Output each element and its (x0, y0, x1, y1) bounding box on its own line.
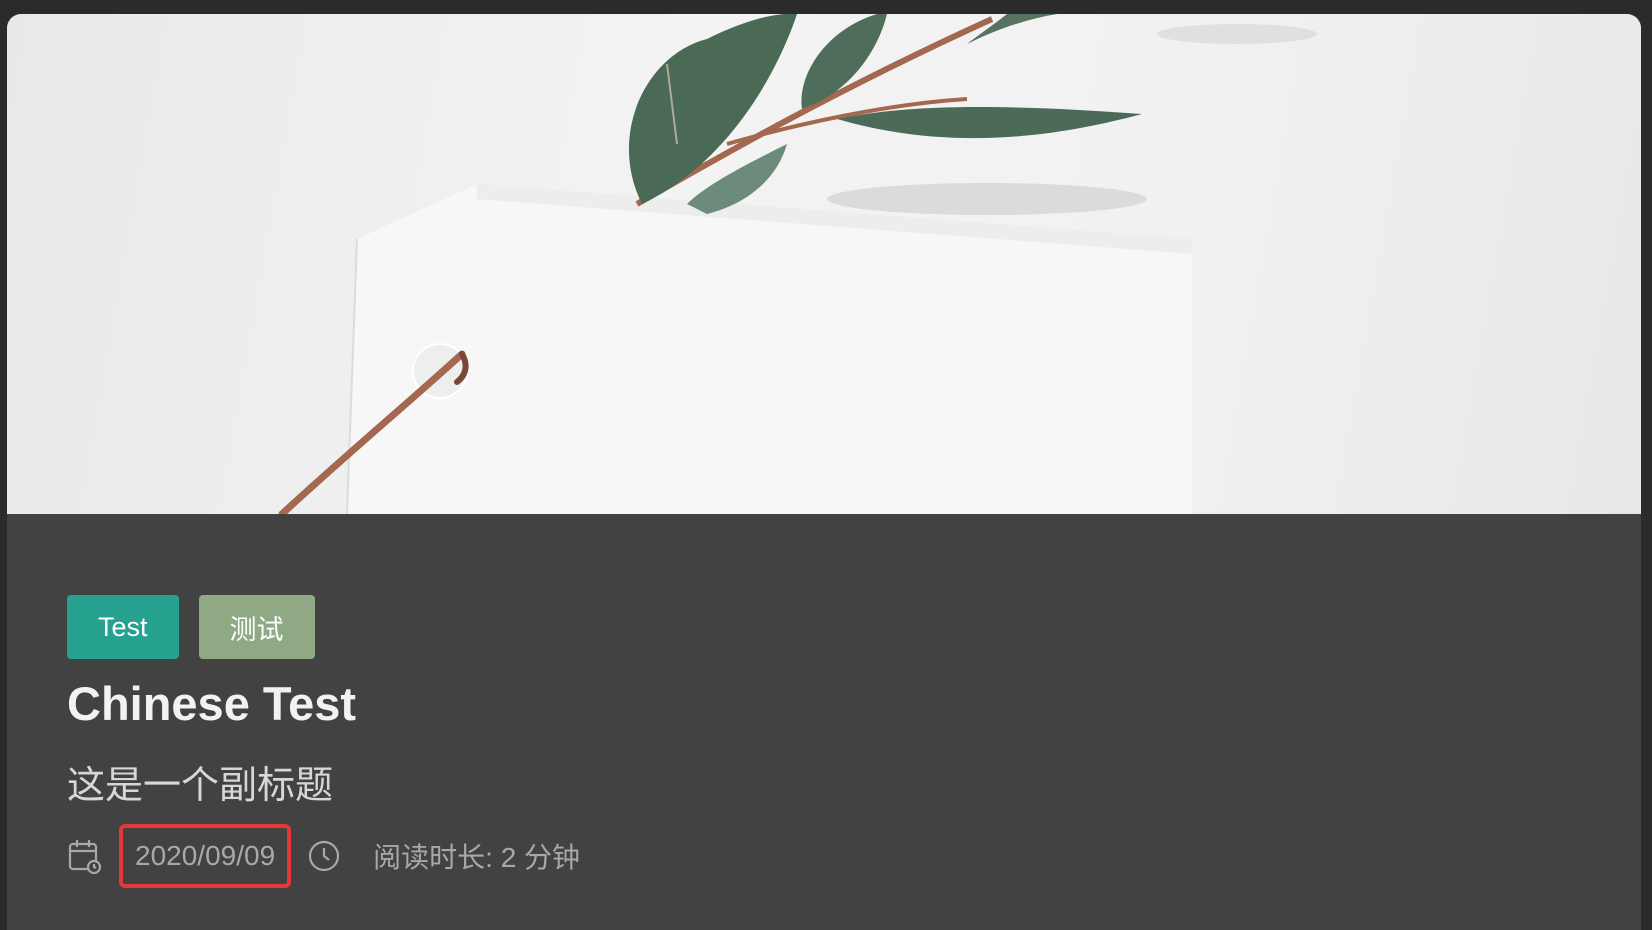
post-subtitle: 这是一个副标题 (67, 765, 334, 807)
cover-image (7, 14, 1641, 514)
calendar-icon (67, 838, 103, 874)
cover-illustration (278, 14, 1317, 514)
post-info: Test 测试 Chinese Test 这是一个副标题 2020/09/09 (7, 514, 1641, 930)
tag-list: Test 测试 (67, 595, 315, 659)
tag-ceshi[interactable]: 测试 (198, 595, 315, 659)
clock-icon (307, 839, 341, 873)
post-meta: 2020/09/09 阅读时长: 2 分钟 (67, 824, 580, 888)
post-title[interactable]: Chinese Test (67, 676, 356, 731)
post-date: 2020/09/09 (119, 824, 292, 888)
tag-test[interactable]: Test (67, 595, 179, 659)
post-card[interactable]: Test 测试 Chinese Test 这是一个副标题 2020/09/09 (7, 14, 1641, 930)
reading-time: 阅读时长: 2 分钟 (373, 842, 581, 873)
